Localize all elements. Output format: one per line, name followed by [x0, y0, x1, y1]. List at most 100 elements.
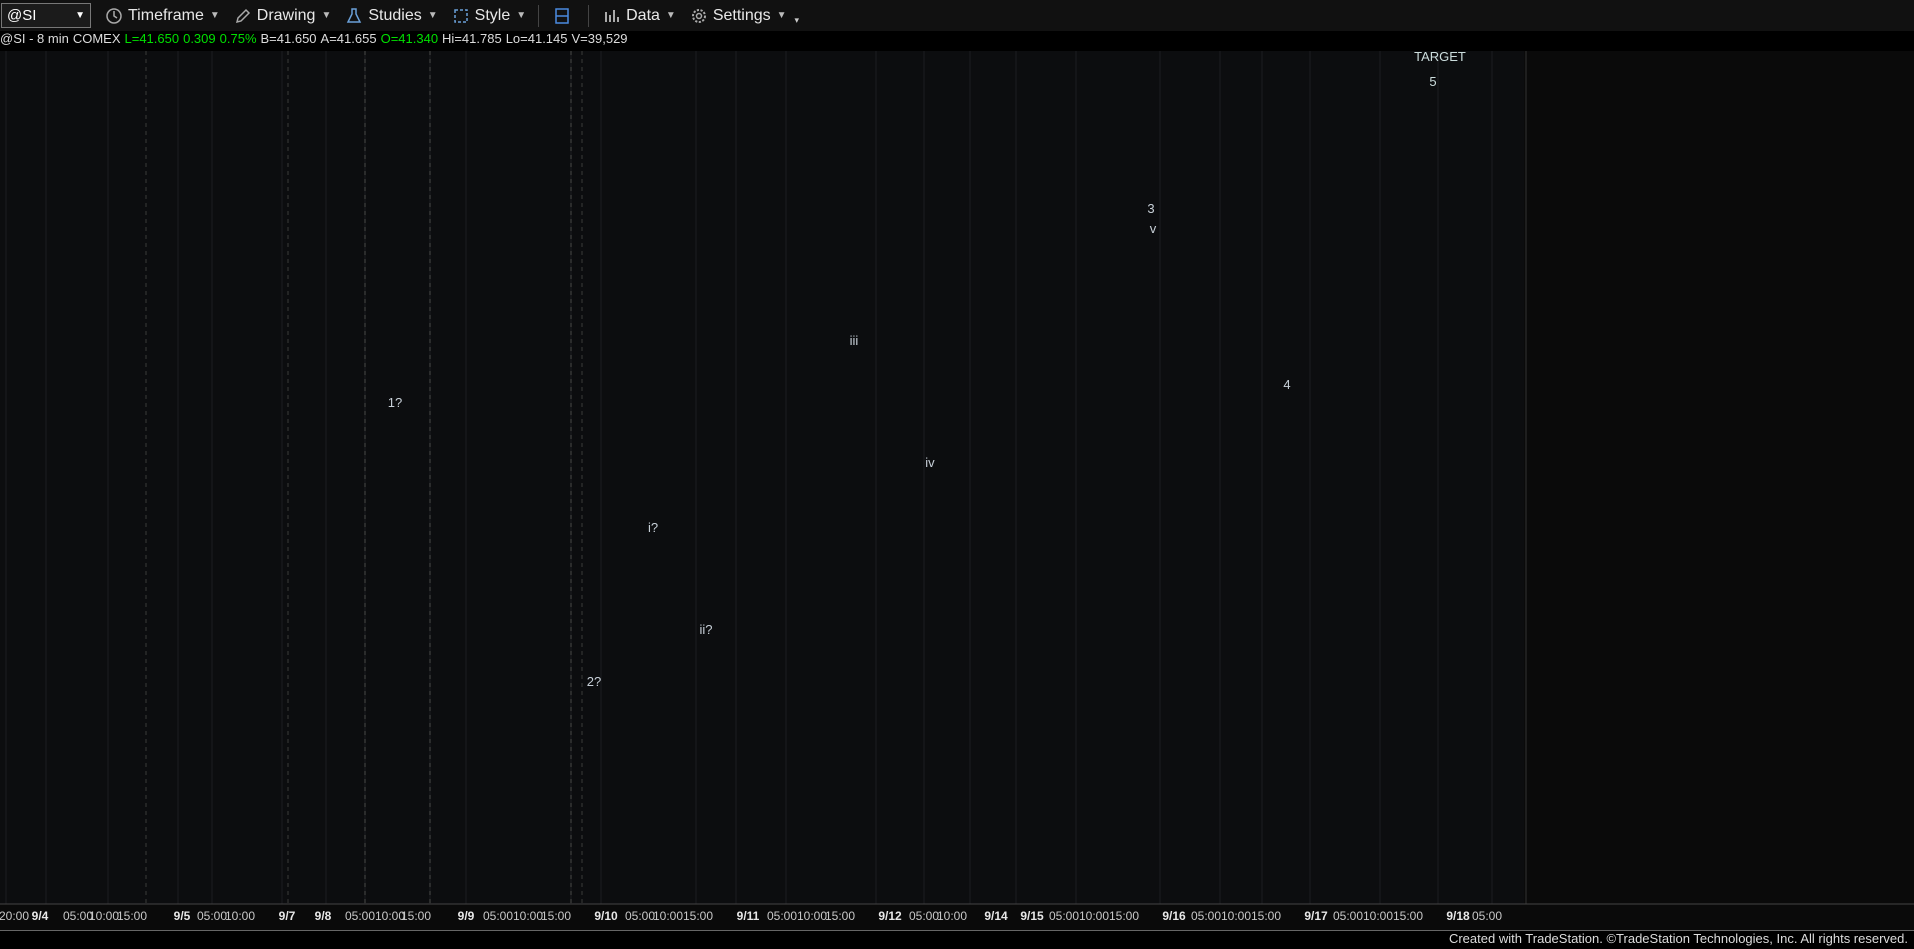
- x-tick-label: 15:00: [541, 909, 571, 923]
- quote-infobar: @SI - 8 min COMEX L=41.650 0.309 0.75% B…: [0, 31, 632, 51]
- drawing-label: Drawing: [256, 6, 316, 24]
- x-tick-label: 10:00: [513, 909, 543, 923]
- chevron-down-icon: ▼: [776, 10, 787, 21]
- x-tick-label: 9/16: [1162, 909, 1186, 923]
- x-tick-label: 05:00: [1472, 909, 1502, 923]
- last-price: L=41.650: [124, 31, 180, 46]
- flask-icon: [347, 7, 362, 23]
- bid: B=41.650: [260, 31, 317, 46]
- wave-label: 4: [1283, 377, 1290, 392]
- x-tick-label: 9/15: [1020, 909, 1044, 923]
- timeframe-label: Timeframe: [128, 6, 204, 24]
- x-tick-label: 9/4: [32, 909, 49, 923]
- x-tick-label: 20:00: [0, 909, 29, 923]
- x-tick-label: 9/8: [315, 909, 332, 923]
- x-tick-label: 15:00: [1251, 909, 1281, 923]
- x-tick-label: 05:00: [625, 909, 655, 923]
- x-tick-label: 15:00: [117, 909, 147, 923]
- chevron-down-icon: ▼: [427, 10, 438, 21]
- x-tick-label: 10:00: [225, 909, 255, 923]
- plot-area: [0, 51, 1524, 904]
- target-wave-label: 5: [1429, 74, 1436, 89]
- x-tick-label: 9/18: [1446, 909, 1470, 923]
- x-tick-label: 9/17: [1304, 909, 1328, 923]
- net-change: 0.309: [183, 31, 216, 46]
- symbol-interval: @SI - 8 min: [0, 31, 69, 46]
- copyright-text: Created with TradeStation. ©TradeStation…: [1448, 931, 1908, 946]
- x-tick-label: 15:00: [401, 909, 431, 923]
- x-tick-label: 10:00: [1079, 909, 1109, 923]
- toolbar-divider: [538, 4, 540, 27]
- style-label: Style: [474, 6, 511, 24]
- settings-label: Settings: [712, 6, 771, 24]
- chevron-down-icon: ▼: [665, 10, 676, 21]
- wave-label: v: [1150, 221, 1157, 236]
- studies-label: Studies: [368, 6, 422, 24]
- x-tick-label: 10:00: [653, 909, 683, 923]
- x-tick-label: 9/11: [737, 909, 760, 923]
- x-tick-label: 10:00: [1221, 909, 1251, 923]
- style-icon: [453, 8, 468, 23]
- x-tick-label: 9/14: [984, 909, 1008, 923]
- bar-chart-icon: [605, 9, 620, 22]
- volume: V=39,529: [571, 31, 628, 46]
- x-tick-label: 05:00: [345, 909, 375, 923]
- x-tick-label: 05:00: [767, 909, 797, 923]
- wave-label: ii?: [699, 622, 712, 637]
- wave-label: 2?: [587, 674, 601, 689]
- wave-label: i?: [648, 520, 658, 535]
- symbol-selector[interactable]: @SI ▼: [1, 3, 91, 28]
- wave-label: 1?: [388, 395, 402, 410]
- studies-menu[interactable]: Studies ▼: [345, 6, 438, 25]
- chevron-down-icon: ▼: [75, 10, 85, 21]
- low-price: Lo=41.145: [505, 31, 568, 46]
- wave-label: 3: [1147, 201, 1154, 216]
- x-tick-label: 15:00: [825, 909, 855, 923]
- x-tick-label: 05:00: [483, 909, 513, 923]
- chevron-down-icon: ▼: [209, 10, 220, 21]
- wave-label: iv: [925, 455, 935, 470]
- x-tick-label: 15:00: [1393, 909, 1423, 923]
- chevron-down-icon: ▼: [321, 10, 332, 21]
- chevron-down-icon: ▼: [516, 10, 527, 21]
- x-tick-label: 10:00: [89, 909, 119, 923]
- wave-label: iii: [850, 333, 859, 348]
- timeframe-menu[interactable]: Timeframe ▼: [105, 7, 220, 25]
- x-tick-label: 10:00: [797, 909, 827, 923]
- layout-icon: [555, 7, 569, 24]
- x-tick-label: 05:00: [1333, 909, 1363, 923]
- high-price: Hi=41.785: [442, 31, 502, 46]
- data-menu[interactable]: Data ▼: [603, 7, 676, 25]
- x-tick-label: 9/10: [594, 909, 618, 923]
- target-label: TARGET: [1414, 51, 1466, 64]
- settings-menu[interactable]: Settings ▼: [690, 7, 787, 25]
- drawing-menu[interactable]: Drawing ▼: [234, 6, 332, 25]
- layout-button[interactable]: [553, 7, 576, 25]
- pct-change: 0.75%: [219, 31, 257, 46]
- ask: A=41.655: [320, 31, 377, 46]
- x-tick-label: 9/5: [174, 909, 191, 923]
- clock-icon: [106, 7, 122, 24]
- price-chart[interactable]: pivotTARGET5200.00% (43.724)176.40% (43.…: [0, 51, 1914, 930]
- toolbar: @SI ▼ Timeframe ▼ Drawing ▼ Studies ▼ St…: [0, 0, 1914, 31]
- pencil-icon: [235, 8, 250, 23]
- data-label: Data: [626, 6, 660, 24]
- toolbar-more-icon[interactable]: ▾: [795, 15, 800, 26]
- x-tick-label: 05:00: [197, 909, 227, 923]
- x-tick-label: 05:00: [909, 909, 939, 923]
- x-tick-label: 05:00: [1191, 909, 1221, 923]
- x-tick-label: 10:00: [1363, 909, 1393, 923]
- x-tick-label: 9/9: [458, 909, 475, 923]
- x-tick-label: 9/7: [279, 909, 296, 923]
- style-menu[interactable]: Style ▼: [452, 7, 526, 25]
- x-tick-label: 05:00: [1049, 909, 1079, 923]
- exchange: COMEX: [72, 31, 121, 46]
- x-tick-label: 9/12: [878, 909, 902, 923]
- footer: Created with TradeStation. ©TradeStation…: [0, 930, 1914, 949]
- toolbar-divider: [588, 4, 590, 27]
- x-tick-label: 10:00: [937, 909, 967, 923]
- open-price: O=41.340: [380, 31, 439, 46]
- x-tick-label: 15:00: [683, 909, 713, 923]
- symbol-value: @SI: [7, 7, 37, 24]
- gear-icon: [691, 8, 706, 23]
